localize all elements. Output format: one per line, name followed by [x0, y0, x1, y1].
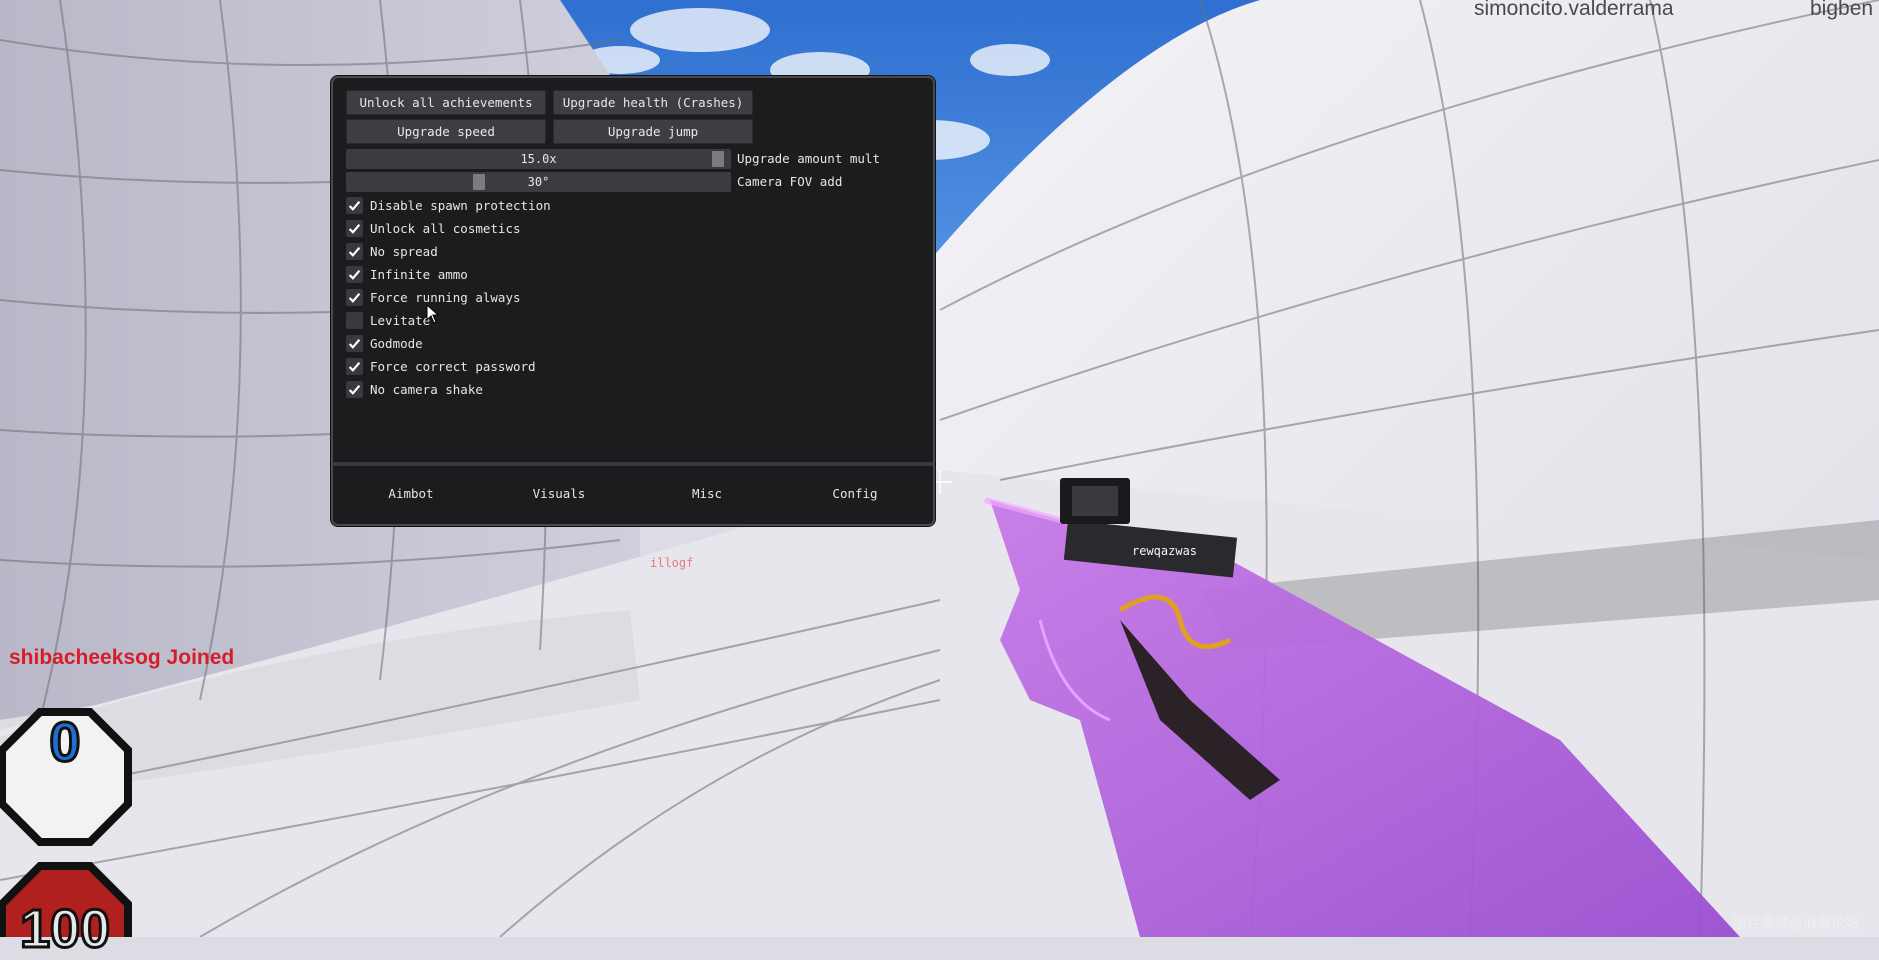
- checkbox-label: Infinite ammo: [370, 266, 468, 282]
- upgrade-speed-button[interactable]: Upgrade speed: [346, 119, 546, 144]
- tab-visuals[interactable]: Visuals: [485, 468, 633, 518]
- health-value: 100: [18, 898, 111, 960]
- armor-value: 0: [48, 709, 82, 775]
- checkbox-checked[interactable]: [346, 196, 363, 214]
- checkbox-row[interactable]: No camera shake: [346, 379, 483, 399]
- unlock-achievements-button[interactable]: Unlock all achievements: [346, 90, 546, 115]
- checkbox-row[interactable]: Unlock all cosmetics: [346, 218, 521, 238]
- camera-fov-slider[interactable]: 30°: [346, 172, 731, 192]
- checkbox-unchecked[interactable]: [346, 311, 363, 329]
- checkbox-label: Godmode: [370, 335, 423, 351]
- checkbox-label: No camera shake: [370, 381, 483, 397]
- mouse-cursor-icon: [426, 304, 440, 324]
- checkbox-label: Disable spawn protection: [370, 197, 551, 213]
- checkbox-checked[interactable]: [346, 380, 363, 398]
- checkbox-checked[interactable]: [346, 265, 363, 283]
- player-nametag: rewqazwas: [1132, 544, 1198, 558]
- checkbox-label: No spread: [370, 243, 438, 259]
- tab-config[interactable]: Config: [781, 468, 929, 518]
- checkbox-row[interactable]: Force correct password: [346, 356, 536, 376]
- checkbox-checked[interactable]: [346, 242, 363, 260]
- checkbox-checked[interactable]: [346, 357, 363, 375]
- slider-value: 15.0x: [520, 152, 557, 166]
- tab-aimbot[interactable]: Aimbot: [337, 468, 485, 518]
- upgrade-mult-slider[interactable]: 15.0x: [346, 149, 731, 169]
- slider-label: Camera FOV add: [737, 174, 843, 189]
- player-nametag: illogf: [650, 556, 694, 570]
- checkbox-checked[interactable]: [346, 334, 363, 352]
- checkbox-row[interactable]: Disable spawn protection: [346, 195, 551, 215]
- tab-misc[interactable]: Misc: [633, 468, 781, 518]
- tab-bar: Aimbot Visuals Misc Config: [337, 468, 929, 518]
- checkbox-row[interactable]: Infinite ammo: [346, 264, 468, 284]
- slider-label: Upgrade amount mult: [737, 151, 880, 166]
- player-name-top-2: bigben: [1810, 0, 1874, 20]
- watermark-text: 图片来源@浪客论坛: [1733, 915, 1860, 931]
- checkbox-label: Force correct password: [370, 358, 536, 374]
- tab-divider: [333, 462, 933, 466]
- checkbox-checked[interactable]: [346, 288, 363, 306]
- upgrade-jump-button[interactable]: Upgrade jump: [553, 119, 753, 144]
- slider-value: 30°: [527, 175, 550, 189]
- cheat-menu-window: Unlock all achievements Upgrade health (…: [331, 76, 935, 526]
- upgrade-health-button[interactable]: Upgrade health (Crashes): [553, 90, 753, 115]
- join-notification: shibacheeksog Joined: [9, 646, 235, 669]
- player-name-top-1: simoncito.valderrama: [1474, 0, 1674, 20]
- checkbox-row[interactable]: Levitate: [346, 310, 430, 330]
- checkbox-label: Levitate: [370, 312, 431, 328]
- checkbox-row[interactable]: Godmode: [346, 333, 423, 353]
- checkbox-row[interactable]: No spread: [346, 241, 438, 261]
- checkbox-checked[interactable]: [346, 219, 363, 237]
- game-scene: [0, 0, 1879, 937]
- checkbox-label: Unlock all cosmetics: [370, 220, 521, 236]
- checkbox-label: Force running always: [370, 289, 521, 305]
